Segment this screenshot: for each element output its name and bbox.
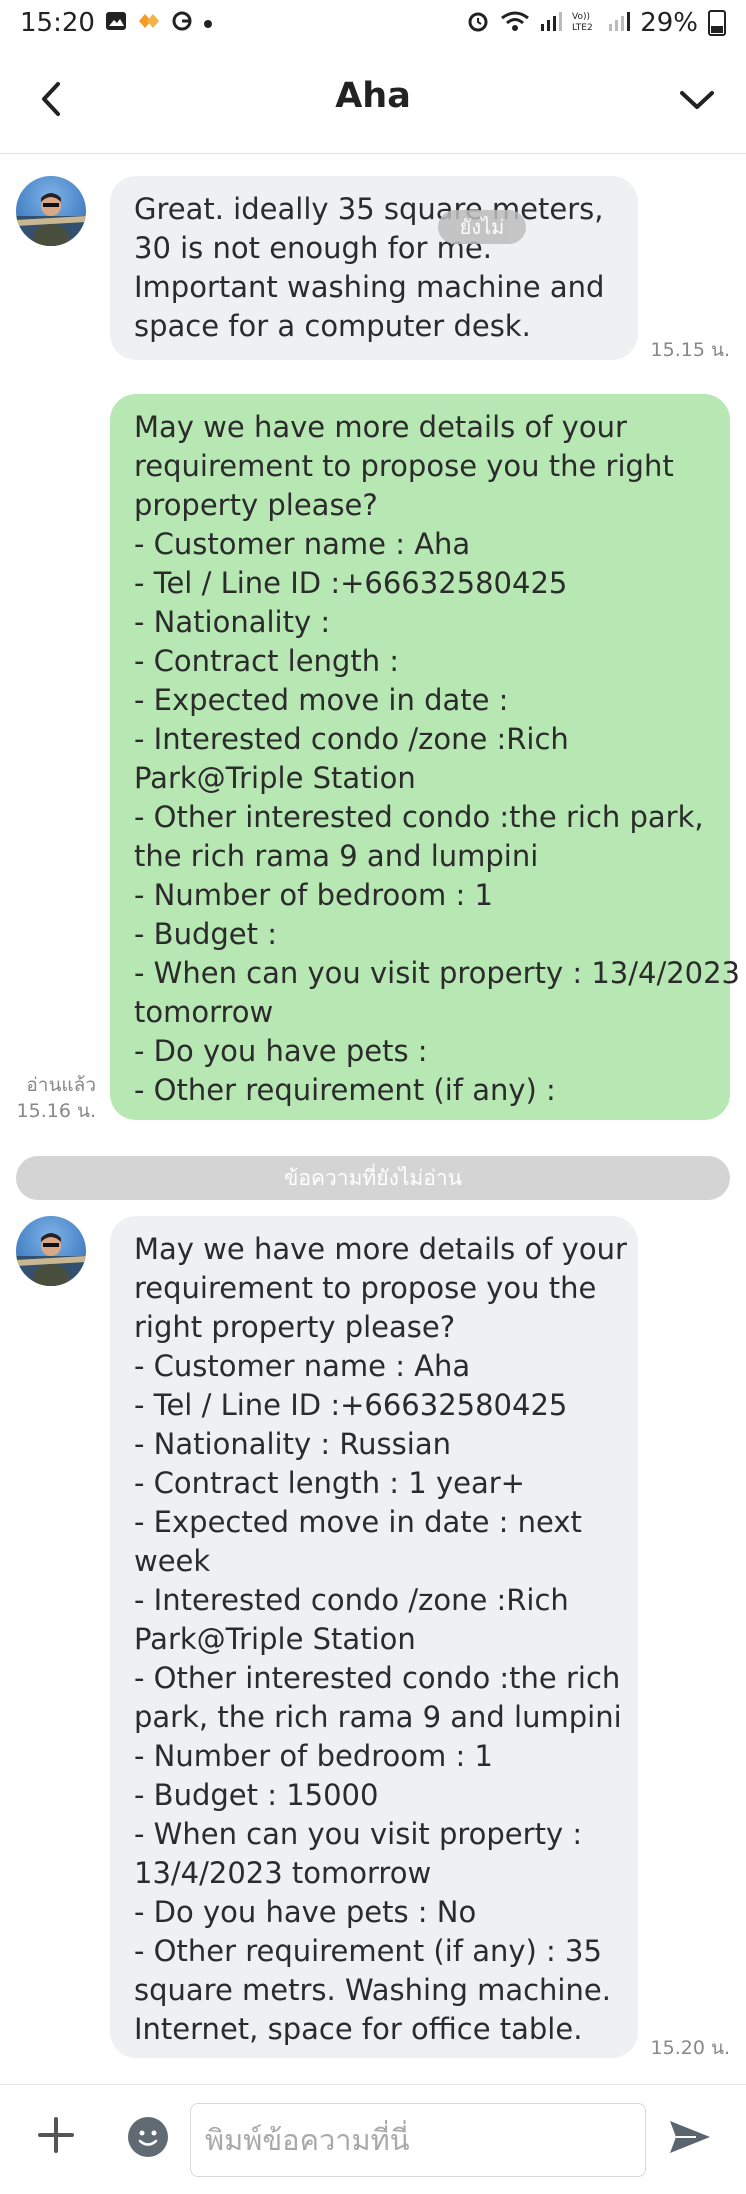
message-line: the rich rama 9 and lumpini [134,839,539,873]
status-right: Vo)) LTE2 29% [466,8,726,38]
message-line: - Customer name : Aha [134,1349,471,1383]
message-input[interactable] [190,2103,646,2177]
message-line: week [134,1544,211,1578]
alarm-icon [466,10,490,37]
message-line: - Other requirement (if any) : 35 [134,1934,602,1968]
person-avatar-icon [16,193,86,246]
message-line: requirement to propose you the right [134,449,674,483]
message-line: - Do you have pets : [134,1034,428,1068]
message-bubble-outgoing[interactable]: May we have more details of your require… [110,394,741,1120]
message-line: - Tel / Line ID :+66632580425 [134,1388,568,1422]
unread-divider: ข้อความที่ยังไม่อ่าน [16,1156,730,1200]
wifi-icon [500,10,530,37]
message-line: - Customer name : Aha [134,527,471,561]
message-line: space for a computer desk. [134,309,531,343]
message-time: 15.20 น. [650,2037,730,2059]
status-time: 15:20 [20,8,95,38]
message-line: - Number of bedroom : 1 [134,1739,493,1773]
message-line: - Contract length : [134,644,400,678]
message-line: right property please? [134,1310,456,1344]
battery-level: 29% [640,8,698,38]
message-line: May we have more details of your [134,1232,627,1266]
message-line: property please? [134,488,378,522]
plus-icon [38,2117,74,2153]
message-line: park, the rich rama 9 and lumpini [134,1700,622,1734]
message-line: Important washing machine and [134,270,605,304]
message-bubble-incoming[interactable]: Great. ideally 35 square meters, 30 is n… [110,176,638,360]
message-line: requirement to propose you the [134,1271,597,1305]
message-line: Park@Triple Station [134,1622,416,1656]
message-line: square metrs. Washing machine. [134,1973,611,2007]
message-line: - Expected move in date : [134,683,509,717]
send-button[interactable] [666,2113,714,2161]
message-line: 13/4/2023 tomorrow [134,1856,432,1890]
message-line: - Contract length : 1 year+ [134,1466,525,1500]
message-line: - Other requirement (if any) : [134,1073,556,1107]
message-line: - Tel / Line ID :+66632580425 [134,566,568,600]
status-left: 15:20 [20,8,213,38]
message-bubble-incoming[interactable]: May we have more details of your require… [110,1216,638,2058]
app-icon [137,11,161,36]
avatar[interactable] [16,176,86,246]
message-line: Great. ideally 35 square meters, [134,192,604,226]
message-line: - Budget : [134,917,277,951]
message-line: - Do you have pets : No [134,1895,477,1929]
message-line: - Expected move in date : next [134,1505,582,1539]
message-time: 15.16 น. [16,1100,96,1122]
chat-title: Aha [335,76,411,116]
message-line: - Budget : 15000 [134,1778,379,1812]
message-line: - Nationality : [134,605,331,639]
message-line: - Number of bedroom : 1 [134,878,493,912]
message-line: tomorrow [134,995,274,1029]
chat-area[interactable]: Great. ideally 35 square meters, 30 is n… [0,154,746,2084]
menu-dropdown-button[interactable] [672,74,722,124]
avatar[interactable] [16,1216,86,1286]
person-avatar-icon [16,1233,86,1286]
message-line: - Interested condo /zone :Rich [134,722,569,756]
svg-text:Vo)): Vo)) [572,12,590,22]
message-line: 30 is not enough for me. [134,231,492,265]
message-line: - When can you visit property : 13/4/202… [134,956,741,990]
message-line: - Other interested condo :the rich park, [134,800,704,834]
signal-icon-2 [608,10,631,37]
chat-header: Aha [0,46,746,154]
message-line: Park@Triple Station [134,761,416,795]
google-icon [171,10,193,37]
message-line: - Other interested condo :the rich [134,1661,621,1695]
emoji-button[interactable] [128,2117,168,2157]
read-status: อ่านแล้ว [26,1074,96,1096]
signal-icon [540,10,563,37]
message-line: May we have more details of your [134,410,627,444]
dot-icon [203,12,213,34]
composer-bar [0,2084,746,2194]
send-icon [670,2121,710,2153]
svg-text:LTE2: LTE2 [572,23,593,32]
floating-unread-label: ยังไม่ [438,210,526,244]
image-icon [105,11,127,36]
message-line: Internet, space for office table. [134,2012,583,2046]
message-line: - When can you visit property : [134,1817,583,1851]
chevron-down-icon [680,91,714,109]
message-line: - Interested condo /zone :Rich [134,1583,569,1617]
volte-icon: Vo)) LTE2 [572,10,598,37]
status-bar: 15:20 Vo)) LTE2 29% [0,0,746,46]
attach-button[interactable] [36,2115,76,2155]
message-line: - Nationality : Russian [134,1427,451,1461]
smiley-icon [138,2130,158,2146]
message-time: 15.15 น. [650,339,730,361]
battery-icon [708,10,726,36]
